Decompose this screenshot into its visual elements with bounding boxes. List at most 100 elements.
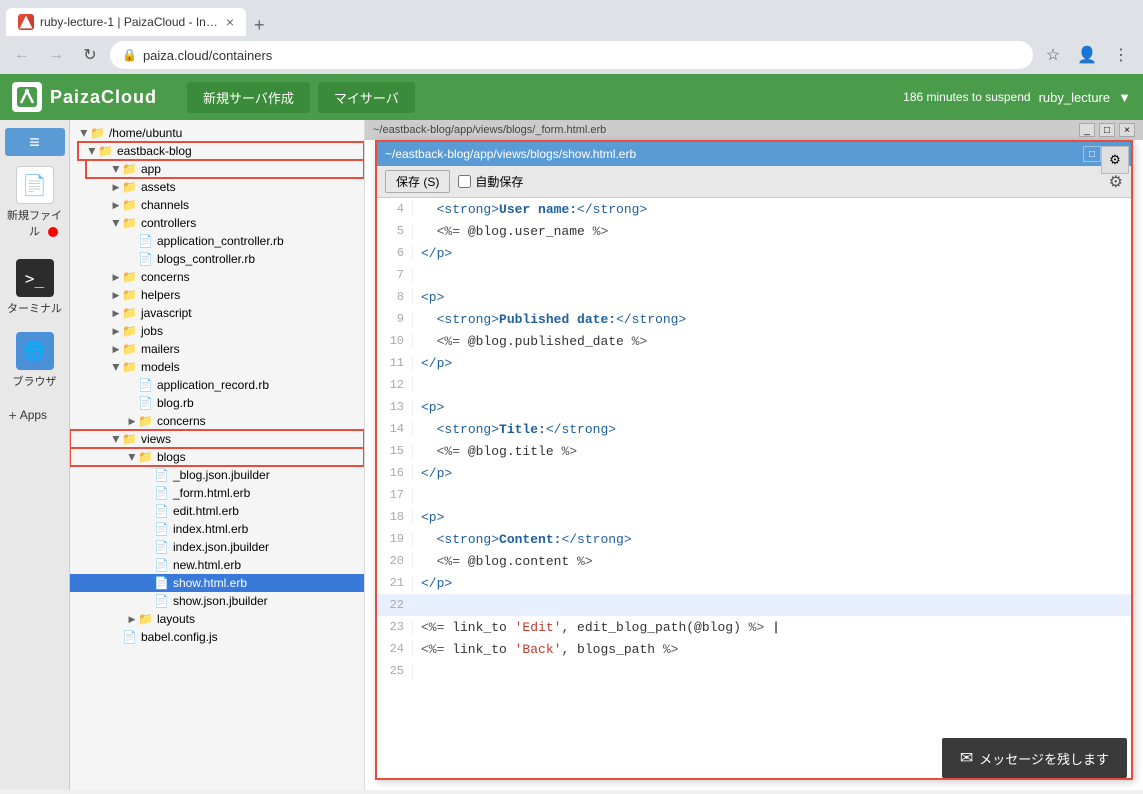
bg-editor-maximize[interactable]: □ xyxy=(1099,123,1115,137)
folder-icon-app: 📁 xyxy=(122,162,137,176)
editor-area: ~/eastback-blog/app/views/blogs/_form.ht… xyxy=(365,120,1143,790)
gear-button[interactable]: ⚙ xyxy=(1109,172,1123,192)
tree-label-blog-rb: blog.rb xyxy=(157,396,364,410)
folder-icon-models: 📁 xyxy=(122,360,137,374)
fg-editor-minimize[interactable]: □ xyxy=(1083,146,1101,162)
my-server-button[interactable]: マイサーバ xyxy=(318,82,415,113)
code-line-14[interactable]: 14 <strong>Title:</strong> xyxy=(377,418,1131,440)
tree-item-helpers[interactable]: ▶ 📁 helpers xyxy=(70,286,364,304)
code-line-12[interactable]: 12 xyxy=(377,374,1131,396)
new-tab-button[interactable]: + xyxy=(246,15,273,36)
code-line-24[interactable]: 24<%= link_to 'Back', blogs_path %> xyxy=(377,638,1131,660)
code-line-9[interactable]: 9 <strong>Published date:</strong> xyxy=(377,308,1131,330)
tree-item-models[interactable]: ▶ 📁 models xyxy=(70,358,364,376)
tree-item-form-html[interactable]: 📄 _form.html.erb xyxy=(70,484,364,502)
account-button[interactable]: 👤 xyxy=(1073,41,1101,69)
code-line-11[interactable]: 11</p> xyxy=(377,352,1131,374)
line-number-7: 7 xyxy=(377,268,413,282)
user-button[interactable]: ruby_lecture xyxy=(1039,90,1111,105)
browser-tab-active[interactable]: ruby-lecture-1 | PaizaCloud - Ins... × xyxy=(6,8,246,36)
autosave-checkbox[interactable] xyxy=(458,175,471,188)
tree-arrow-controllers: ▶ xyxy=(111,217,122,229)
tree-item-new-html[interactable]: 📄 new.html.erb xyxy=(70,556,364,574)
code-line-23[interactable]: 23<%= link_to 'Edit', edit_blog_path(@bl… xyxy=(377,616,1131,638)
menu-button[interactable]: ⋮ xyxy=(1107,41,1135,69)
code-line-7[interactable]: 7 xyxy=(377,264,1131,286)
sidebar-tab-indicator[interactable]: ≡ xyxy=(5,128,65,156)
file-icon-blogs-ctrl: 📄 xyxy=(138,252,153,266)
tree-item-babel-config[interactable]: 📄 babel.config.js xyxy=(70,628,364,646)
bg-editor-close[interactable]: × xyxy=(1119,123,1135,137)
tree-item-javascript[interactable]: ▶ 📁 javascript xyxy=(70,304,364,322)
tree-label-blogs-controller: blogs_controller.rb xyxy=(157,252,364,266)
lock-icon: 🔒 xyxy=(122,48,137,62)
code-line-10[interactable]: 10 <%= @blog.published_date %> xyxy=(377,330,1131,352)
code-line-13[interactable]: 13<p> xyxy=(377,396,1131,418)
tree-item-layouts[interactable]: ▶ 📁 layouts xyxy=(70,610,364,628)
code-line-20[interactable]: 20 <%= @blog.content %> xyxy=(377,550,1131,572)
code-line-8[interactable]: 8<p> xyxy=(377,286,1131,308)
close-tab-button[interactable]: × xyxy=(226,14,234,30)
settings-sidebar-btn[interactable]: ⚙ xyxy=(1101,146,1129,174)
browser-icon-box: 🌐 xyxy=(16,332,54,370)
tree-label-show-html: show.html.erb xyxy=(173,576,364,590)
tree-item-app-record[interactable]: 📄 application_record.rb xyxy=(70,376,364,394)
tree-item-jobs[interactable]: ▶ 📁 jobs xyxy=(70,322,364,340)
tree-item-index-json[interactable]: 📄 index.json.jbuilder xyxy=(70,538,364,556)
fg-editor: ~/eastback-blog/app/views/blogs/show.htm… xyxy=(375,140,1133,780)
autosave-label[interactable]: 自動保存 xyxy=(458,173,523,190)
tree-item-controllers[interactable]: ▶ 📁 controllers xyxy=(70,214,364,232)
tree-label-root: /home/ubuntu xyxy=(109,126,364,140)
tree-item-blogs-folder[interactable]: ▶ 📁 blogs xyxy=(70,448,364,466)
new-server-button[interactable]: 新規サーバ作成 xyxy=(187,82,310,113)
folder-icon-javascript: 📁 xyxy=(122,306,137,320)
tree-item-blogs-controller[interactable]: 📄 blogs_controller.rb xyxy=(70,250,364,268)
reload-button[interactable]: ↻ xyxy=(76,41,104,69)
tree-item-blog-json[interactable]: 📄 _blog.json.jbuilder xyxy=(70,466,364,484)
bookmark-button[interactable]: ☆ xyxy=(1039,41,1067,69)
code-line-22[interactable]: 22 xyxy=(377,594,1131,616)
code-line-5[interactable]: 5 <%= @blog.user_name %> xyxy=(377,220,1131,242)
tree-item-mailers[interactable]: ▶ 📁 mailers xyxy=(70,340,364,358)
tree-item-show-html[interactable]: 📄 show.html.erb xyxy=(70,574,364,592)
address-bar[interactable]: 🔒 paiza.cloud/containers xyxy=(110,41,1033,69)
tree-label-app: app xyxy=(141,162,364,176)
code-line-4[interactable]: 4 <strong>User name:</strong> xyxy=(377,198,1131,220)
code-line-6[interactable]: 6</p> xyxy=(377,242,1131,264)
folder-icon-eastback-blog: 📁 xyxy=(98,144,113,158)
forward-button[interactable]: → xyxy=(42,41,70,69)
tree-item-blog-rb[interactable]: 📄 blog.rb xyxy=(70,394,364,412)
tree-item-assets[interactable]: ▶ 📁 assets xyxy=(70,178,364,196)
tree-item-edit-html[interactable]: 📄 edit.html.erb xyxy=(70,502,364,520)
bg-editor-minimize[interactable]: _ xyxy=(1079,123,1095,137)
message-label: メッセージを残します xyxy=(979,749,1109,768)
sidebar-item-browser[interactable]: 🌐 ブラウザ xyxy=(3,326,67,395)
message-button[interactable]: ✉ メッセージを残します xyxy=(942,738,1127,778)
tree-item-views[interactable]: ▶ 📁 views xyxy=(70,430,364,448)
tree-item-index-html[interactable]: 📄 index.html.erb xyxy=(70,520,364,538)
code-line-18[interactable]: 18<p> xyxy=(377,506,1131,528)
sidebar-item-terminal[interactable]: >_ ターミナル xyxy=(3,253,67,322)
back-button[interactable]: ← xyxy=(8,41,36,69)
line-number-21: 21 xyxy=(377,576,413,590)
tree-item-concerns-models[interactable]: ▶ 📁 concerns xyxy=(70,412,364,430)
code-line-21[interactable]: 21</p> xyxy=(377,572,1131,594)
file-icon-new-html: 📄 xyxy=(154,558,169,572)
tree-item-eastback-blog[interactable]: ▶ 📁 eastback-blog xyxy=(78,142,364,160)
tree-item-channels[interactable]: ▶ 📁 channels xyxy=(70,196,364,214)
tree-item-application-controller[interactable]: 📄 application_controller.rb xyxy=(70,232,364,250)
save-button[interactable]: 保存 (S) xyxy=(385,170,450,193)
tree-item-app[interactable]: ▶ 📁 app xyxy=(86,160,364,178)
code-line-25[interactable]: 25 xyxy=(377,660,1131,682)
code-line-17[interactable]: 17 xyxy=(377,484,1131,506)
code-content[interactable]: 4 <strong>User name:</strong>5 <%= @blog… xyxy=(377,198,1131,774)
code-line-16[interactable]: 16</p> xyxy=(377,462,1131,484)
tree-label-views: views xyxy=(141,432,364,446)
code-line-19[interactable]: 19 <strong>Content:</strong> xyxy=(377,528,1131,550)
apps-button[interactable]: + Apps xyxy=(3,403,67,427)
tree-label-jobs: jobs xyxy=(141,324,364,338)
tree-item-root[interactable]: ▶ 📁 /home/ubuntu xyxy=(70,124,364,142)
code-line-15[interactable]: 15 <%= @blog.title %> xyxy=(377,440,1131,462)
tree-item-concerns-ctrl[interactable]: ▶ 📁 concerns xyxy=(70,268,364,286)
tree-item-show-json[interactable]: 📄 show.json.jbuilder xyxy=(70,592,364,610)
